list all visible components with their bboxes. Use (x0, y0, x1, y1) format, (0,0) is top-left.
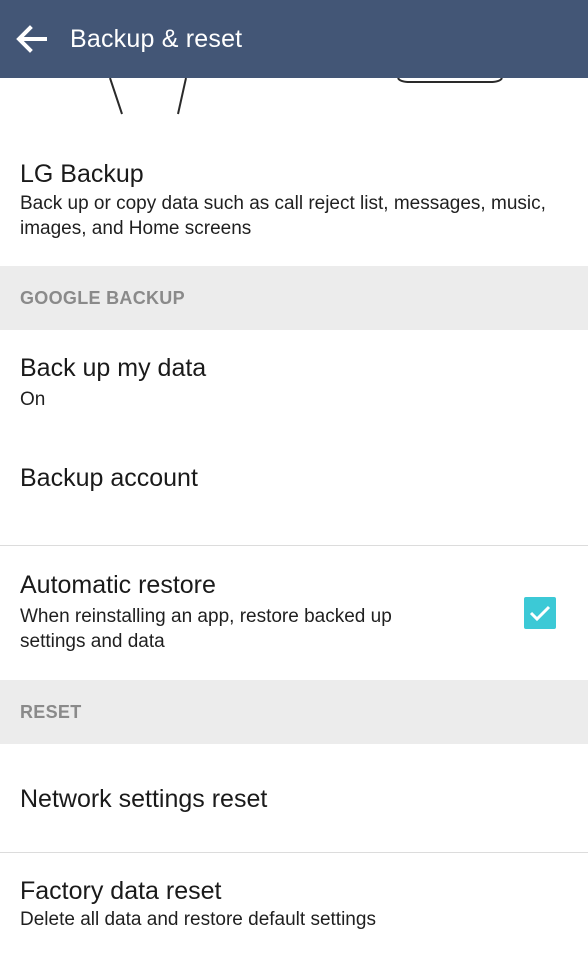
backup-account-item[interactable]: Backup account (0, 440, 588, 545)
factory-data-reset-title: Factory data reset (20, 877, 222, 905)
checkmark-icon (529, 605, 551, 622)
settings-list: LG Backup Back up or copy data such as c… (0, 122, 588, 958)
lg-backup-summary: Back up or copy data such as call reject… (20, 193, 546, 239)
app-bar: Backup & reset (0, 0, 588, 78)
section-header-reset: RESET (0, 680, 588, 744)
page-title: Backup & reset (70, 24, 243, 53)
back-up-my-data-summary: On (20, 389, 46, 410)
lg-backup-item[interactable]: LG Backup Back up or copy data such as c… (0, 122, 588, 266)
back-up-my-data-item[interactable]: Back up my data On (0, 330, 588, 440)
factory-data-reset-summary: Delete all data and restore default sett… (20, 909, 376, 930)
factory-data-reset-item[interactable]: Factory data reset Delete all data and r… (0, 853, 588, 958)
backup-reset-screen: Backup & reset LG Backup Back up or copy… (0, 0, 588, 958)
lg-backup-title: LG Backup (20, 160, 144, 188)
automatic-restore-item[interactable]: Automatic restore When reinstalling an a… (0, 546, 588, 680)
automatic-restore-checkbox[interactable] (524, 597, 556, 629)
network-settings-reset-item[interactable]: Network settings reset (0, 744, 588, 852)
back-button[interactable] (12, 19, 52, 59)
backup-illustration (109, 78, 503, 115)
back-up-my-data-title: Back up my data (20, 354, 207, 382)
arrow-left-icon (16, 25, 47, 53)
network-settings-reset-title: Network settings reset (20, 785, 268, 813)
automatic-restore-summary: When reinstalling an app, restore backed… (20, 606, 392, 652)
section-header-google-backup: GOOGLE BACKUP (0, 266, 588, 330)
automatic-restore-title: Automatic restore (20, 571, 216, 599)
backup-account-title: Backup account (20, 464, 198, 492)
